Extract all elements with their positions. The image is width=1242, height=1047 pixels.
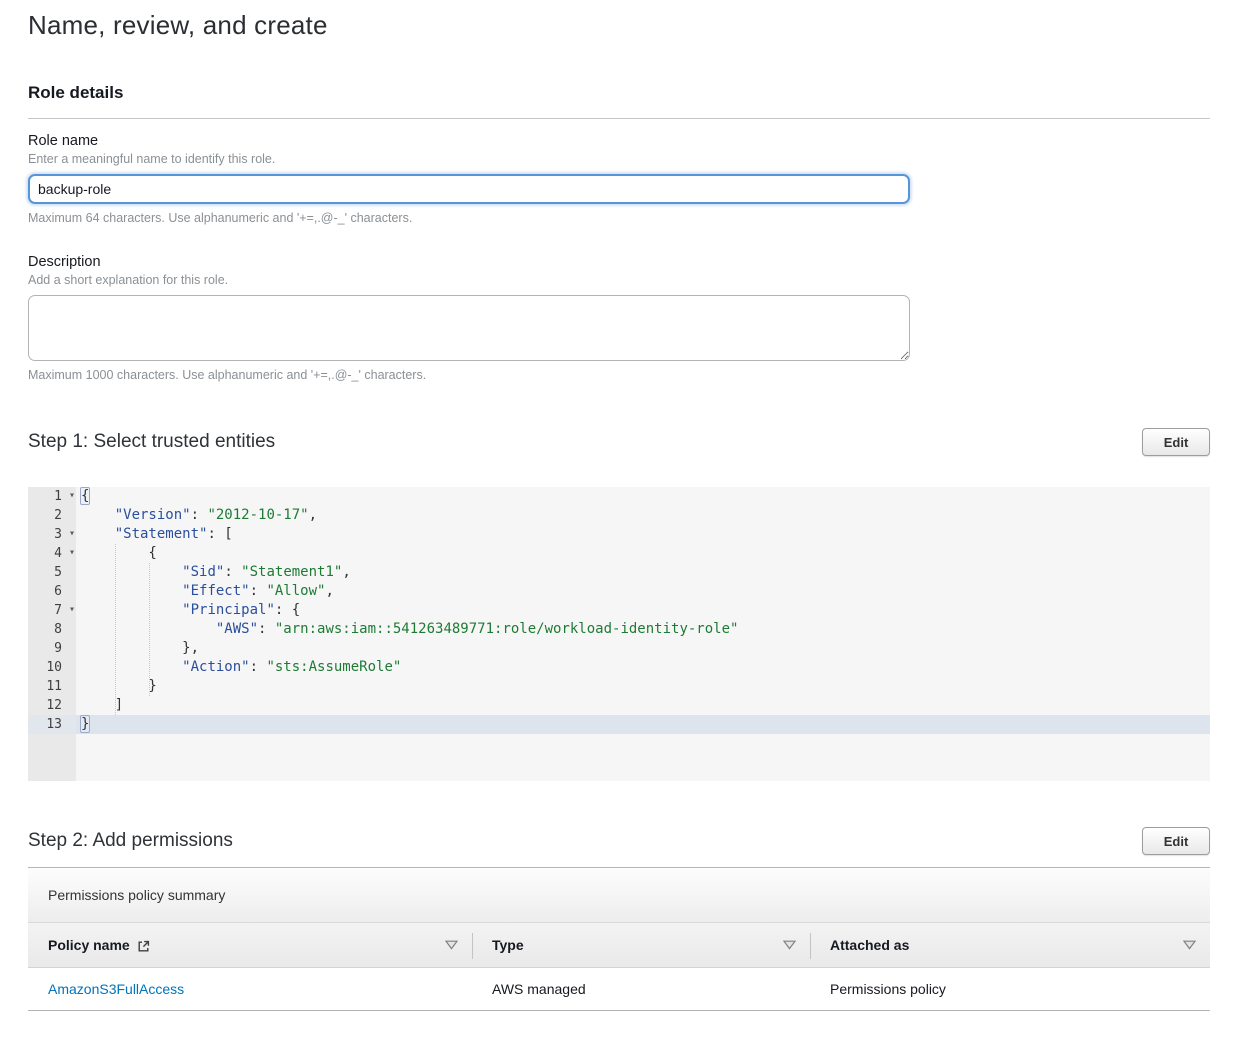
page-title: Name, review, and create — [28, 10, 1210, 41]
step2-edit-button[interactable]: Edit — [1142, 827, 1210, 855]
description-help: Add a short explanation for this role. — [28, 273, 1210, 287]
editor-lines[interactable]: { "Version": "2012-10-17", "Statement": … — [76, 487, 1210, 734]
permissions-panel-title: Permissions policy summary — [28, 868, 1210, 922]
role-name-input[interactable] — [28, 174, 910, 204]
editor-gutter: 1▾23▾4▾567▾8910111213 — [28, 487, 76, 781]
line-number: 5 — [28, 563, 76, 582]
code-line[interactable]: } — [76, 677, 1210, 696]
description-constraint: Maximum 1000 characters. Use alphanumeri… — [28, 368, 1210, 382]
fold-arrow-icon[interactable]: ▾ — [69, 524, 75, 543]
column-header-type: Type — [472, 923, 810, 967]
code-line[interactable]: "Effect": "Allow", — [76, 582, 1210, 601]
role-name-constraint: Maximum 64 characters. Use alphanumeric … — [28, 211, 1210, 225]
code-line[interactable]: "Statement": [ — [76, 525, 1210, 544]
description-input[interactable] — [28, 295, 910, 361]
table-body: AmazonS3FullAccess AWS managedPermissions… — [28, 968, 1210, 1011]
indent-guide — [149, 563, 150, 696]
table-header: Policy name Type — [28, 922, 1210, 968]
attached-as-cell: Permissions policy — [810, 981, 1210, 997]
description-field: Description Add a short explanation for … — [28, 254, 1210, 382]
indent-guide — [115, 544, 116, 715]
role-details-heading: Role details — [28, 83, 1210, 103]
step1-header: Step 1: Select trusted entities Edit — [28, 428, 1210, 456]
step1-edit-button[interactable]: Edit — [1142, 428, 1210, 456]
line-number: 13 — [28, 715, 76, 734]
line-number: 8 — [28, 620, 76, 639]
role-name-field: Role name Enter a meaningful name to ide… — [28, 133, 1210, 225]
fold-arrow-icon[interactable]: ▾ — [69, 600, 75, 619]
role-name-label: Role name — [28, 133, 1210, 149]
code-line[interactable]: "Version": "2012-10-17", — [76, 506, 1210, 525]
role-name-help: Enter a meaningful name to identify this… — [28, 152, 1210, 166]
step2-heading: Step 2: Add permissions — [28, 830, 233, 852]
code-line[interactable]: "Action": "sts:AssumeRole" — [76, 658, 1210, 677]
line-number: 4▾ — [28, 544, 76, 563]
line-number: 11 — [28, 677, 76, 696]
fold-arrow-icon[interactable]: ▾ — [69, 487, 75, 505]
line-number: 6 — [28, 582, 76, 601]
policy-name-link[interactable]: AmazonS3FullAccess — [48, 981, 184, 997]
step2-header: Step 2: Add permissions Edit — [28, 827, 1210, 855]
line-number: 1▾ — [28, 487, 76, 506]
line-number: 10 — [28, 658, 76, 677]
permissions-summary-panel: Permissions policy summary Policy name T… — [28, 867, 1210, 1011]
trust-policy-editor[interactable]: 1▾23▾4▾567▾8910111213 { "Version": "2012… — [28, 487, 1210, 781]
column-header-attached-as: Attached as — [810, 923, 1210, 967]
policy-type-cell: AWS managed — [472, 981, 810, 997]
attached-as-filter-icon[interactable] — [1183, 940, 1196, 950]
code-line[interactable]: "Sid": "Statement1", — [76, 563, 1210, 582]
table-row: AmazonS3FullAccess AWS managedPermissions… — [28, 968, 1210, 1011]
line-number: 9 — [28, 639, 76, 658]
code-line[interactable]: } — [76, 715, 1210, 734]
divider — [28, 118, 1210, 119]
name-review-create-page: Name, review, and create Role details Ro… — [0, 10, 1242, 1011]
description-label: Description — [28, 254, 1210, 270]
code-line[interactable]: "Principal": { — [76, 601, 1210, 620]
fold-arrow-icon[interactable]: ▾ — [69, 543, 75, 562]
code-line[interactable]: { — [76, 544, 1210, 563]
code-line[interactable]: { — [76, 487, 1210, 506]
line-number: 12 — [28, 696, 76, 715]
code-line[interactable]: "AWS": "arn:aws:iam::541263489771:role/w… — [76, 620, 1210, 639]
external-link-icon — [137, 940, 150, 953]
line-number: 7▾ — [28, 601, 76, 620]
code-line[interactable]: ] — [76, 696, 1210, 715]
column-header-policy-name: Policy name — [28, 923, 472, 967]
code-line[interactable]: }, — [76, 639, 1210, 658]
policy-name-column-label: Policy name — [48, 937, 130, 953]
type-filter-icon[interactable] — [783, 940, 796, 950]
step1-heading: Step 1: Select trusted entities — [28, 431, 275, 453]
line-number: 2 — [28, 506, 76, 525]
policy-name-filter-icon[interactable] — [445, 940, 458, 950]
attached-as-column-label: Attached as — [830, 937, 909, 953]
line-number: 3▾ — [28, 525, 76, 544]
type-column-label: Type — [492, 937, 524, 953]
